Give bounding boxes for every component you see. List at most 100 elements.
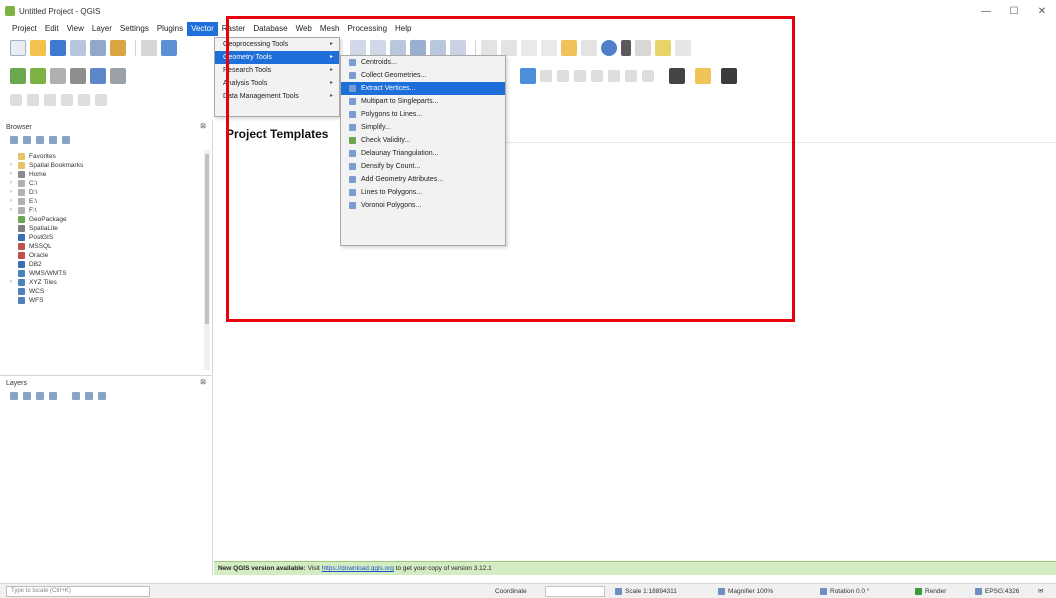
filter-icon[interactable] (36, 136, 44, 144)
restore-button[interactable]: ☐ (1000, 0, 1028, 22)
browser-item[interactable]: › F:\ (10, 206, 205, 215)
menu-project[interactable]: Project (8, 22, 41, 36)
menu-vector[interactable]: Vector (187, 22, 218, 36)
browser-item[interactable]: SpatiaLite (10, 224, 205, 233)
browser-item[interactable]: › XYZ Tiles (10, 278, 205, 287)
render-toggle[interactable]: Render (915, 586, 946, 597)
browser-item[interactable]: Oracle (10, 251, 205, 260)
rotation-widget[interactable]: Rotation 0.0 ° (820, 586, 869, 597)
properties-icon[interactable] (62, 136, 70, 144)
filter-legend-icon[interactable] (49, 392, 57, 400)
browser-item[interactable]: Favorites (10, 152, 205, 161)
expand-arrow-icon[interactable]: › (10, 179, 18, 188)
browser-item[interactable]: › E:\ (10, 197, 205, 206)
coordinate-field[interactable] (545, 586, 605, 597)
message-text: Visit (305, 565, 322, 572)
expand-arrow-icon[interactable]: › (10, 197, 18, 206)
layout-manager-icon[interactable] (90, 40, 106, 56)
digitize-icon[interactable] (70, 68, 86, 84)
add-vector-icon[interactable] (10, 68, 26, 84)
scale-value: Scale 1:18894311 (625, 588, 677, 595)
redo-icon[interactable] (27, 94, 39, 106)
expand-arrow-icon[interactable]: › (10, 188, 18, 197)
browser-item[interactable]: WMS/WMTS (10, 269, 205, 278)
simplify-icon[interactable] (61, 94, 73, 106)
close-panel-icon[interactable]: ⊠ (200, 122, 206, 130)
scrollbar-thumb[interactable] (205, 154, 209, 324)
collapse-all-icon[interactable] (85, 392, 93, 400)
scale-icon (615, 587, 622, 595)
magnifier-widget[interactable]: Magnifier 100% (718, 586, 773, 597)
remove-layer-icon[interactable] (98, 392, 106, 400)
browser-item-label: WCS (29, 288, 45, 295)
download-link[interactable]: https://download.qgis.org (322, 565, 394, 572)
manage-map-themes-icon[interactable] (36, 392, 44, 400)
add-group-icon[interactable] (23, 392, 31, 400)
scale-widget[interactable]: Scale 1:18894311 (615, 586, 677, 597)
add-part-icon[interactable] (95, 94, 107, 106)
close-window-icon[interactable]: ✕ (1028, 0, 1056, 22)
browser-item-label: SpatiaLite (29, 225, 58, 232)
browser-item[interactable]: › C:\ (10, 179, 205, 188)
style-manager-icon[interactable] (110, 40, 126, 56)
browser-item-label: GeoPackage (29, 216, 67, 223)
browser-item-icon (18, 243, 25, 250)
add-delimited-text-icon[interactable] (50, 68, 66, 84)
undo-icon[interactable] (10, 94, 22, 106)
layers-toolbar (10, 392, 111, 400)
browser-item[interactable]: › Spatial Bookmarks (10, 161, 205, 170)
expand-all-icon[interactable] (72, 392, 80, 400)
open-project-icon[interactable] (30, 40, 46, 56)
add-ring-icon[interactable] (78, 94, 90, 106)
messages-icon[interactable]: ✉ (1038, 586, 1043, 597)
print-layout-icon[interactable] (70, 40, 86, 56)
close-panel-icon[interactable]: ⊠ (200, 378, 206, 386)
browser-item[interactable]: WFS (10, 296, 205, 305)
browser-item[interactable]: PostGIS (10, 233, 205, 242)
browser-item-icon (18, 153, 25, 160)
menu-view[interactable]: View (63, 22, 88, 36)
rotation-value: Rotation 0.0 ° (830, 588, 870, 595)
crs-widget[interactable]: EPSG:4326 (975, 586, 1019, 597)
save-project-icon[interactable] (50, 40, 66, 56)
add-layer-icon[interactable] (23, 136, 31, 144)
browser-item-label: PostGIS (29, 234, 54, 241)
expand-arrow-icon[interactable]: › (10, 206, 18, 215)
browser-panel-title: Browser (6, 124, 32, 131)
expand-arrow-icon[interactable]: › (10, 161, 18, 170)
browser-panel: Browser ⊠ Favorites › Spatial Bookmarks › Ho… (0, 120, 213, 374)
browser-item[interactable]: MSSQL (10, 242, 205, 251)
refresh-icon[interactable] (10, 136, 18, 144)
browser-item[interactable]: WCS (10, 287, 205, 296)
browser-item[interactable]: › Home (10, 170, 205, 179)
open-layer-styling-icon[interactable] (10, 392, 18, 400)
add-raster-icon[interactable] (30, 68, 46, 84)
browser-item-icon (18, 252, 25, 259)
locator-search-input[interactable]: Type to locate (Ctrl+K) (6, 586, 150, 597)
magnifier-value: Magnifier 100% (728, 588, 774, 595)
browser-item-label: E:\ (29, 198, 37, 205)
browser-item-icon (18, 180, 25, 187)
menu-settings[interactable]: Settings (116, 22, 153, 36)
rotate-icon[interactable] (44, 94, 56, 106)
expand-arrow-icon[interactable]: › (10, 278, 18, 287)
browser-item-label: Oracle (29, 252, 49, 259)
collapse-all-icon[interactable] (49, 136, 57, 144)
new-layer-icon[interactable] (110, 68, 126, 84)
menu-plugins[interactable]: Plugins (153, 22, 187, 36)
pan-icon[interactable] (141, 40, 157, 56)
browser-item-icon (18, 225, 25, 232)
browser-item[interactable]: GeoPackage (10, 215, 205, 224)
identify-icon[interactable] (161, 40, 177, 56)
browser-item[interactable]: DB2 (10, 260, 205, 269)
menu-edit[interactable]: Edit (41, 22, 63, 36)
browser-item[interactable]: › D:\ (10, 188, 205, 197)
expand-arrow-icon[interactable]: › (10, 170, 18, 179)
browser-item-icon (18, 171, 25, 178)
layers-panel-title: Layers (6, 380, 28, 387)
add-wms-icon[interactable] (90, 68, 106, 84)
browser-scrollbar[interactable] (204, 150, 210, 370)
minimize-button[interactable]: — (972, 0, 1000, 22)
new-project-icon[interactable] (10, 40, 26, 56)
menu-layer[interactable]: Layer (88, 22, 116, 36)
